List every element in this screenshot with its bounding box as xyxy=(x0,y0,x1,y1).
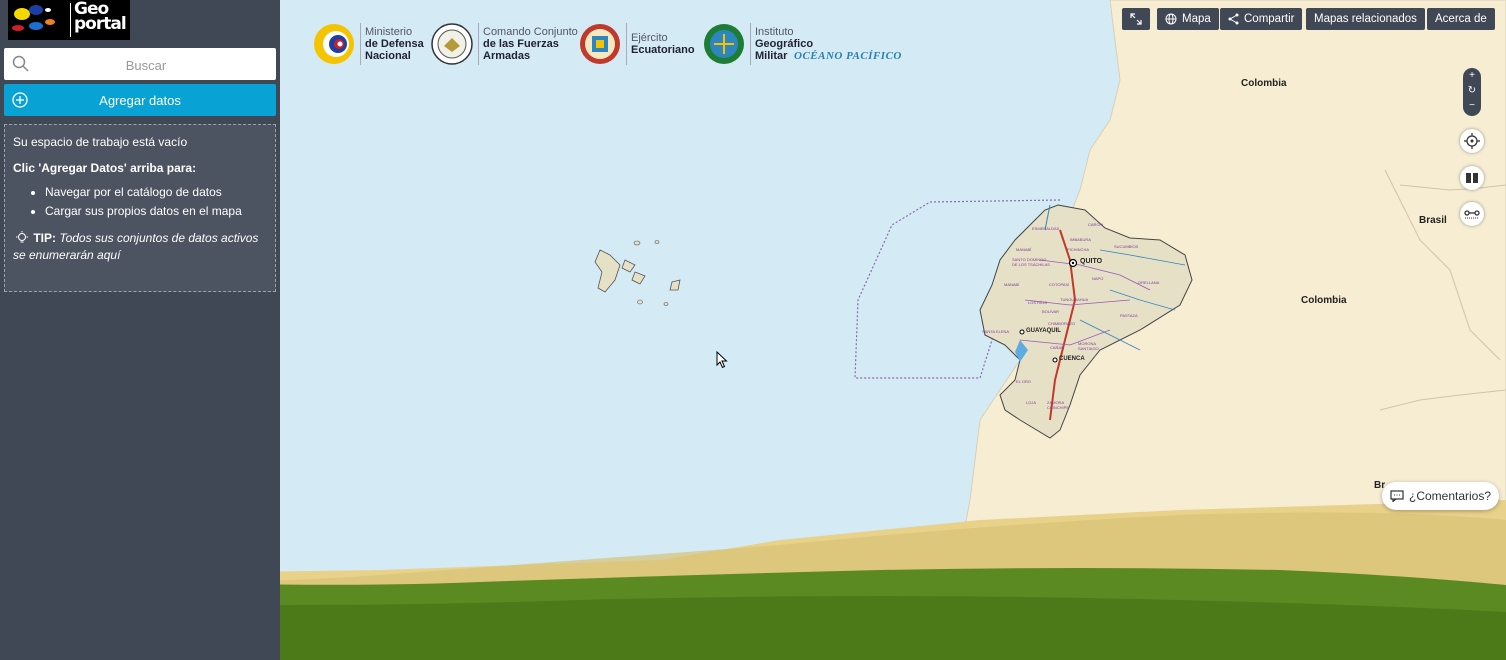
province-label: CARCHI xyxy=(1088,222,1104,227)
share-button-label: Compartir xyxy=(1244,13,1295,25)
measure-icon xyxy=(1464,210,1480,219)
zoom-in-button[interactable]: + xyxy=(1463,68,1481,83)
lightbulb-icon xyxy=(16,231,28,243)
split-icon xyxy=(1466,173,1478,183)
province-label: ORELLANA xyxy=(1138,280,1160,285)
province-label: MANABÍ xyxy=(1004,282,1020,287)
workspace-instruction: Clic 'Agregar Datos' arriba para: xyxy=(13,161,197,175)
logo-comando-conjunto: Comando Conjunto de las Fuerzas Armadas xyxy=(430,22,578,66)
tip-label: TIP: xyxy=(33,231,57,245)
workspace-empty-title: Su espacio de trabajo está vacío xyxy=(13,135,188,149)
geoportal-logo[interactable]: Geo portal xyxy=(8,0,130,40)
workspace-panel: Su espacio de trabajo está vacío Clic 'A… xyxy=(4,124,276,292)
ministerio-text: Ministerio de Defensa Nacional xyxy=(365,26,424,62)
comments-button[interactable]: ¿Comentarios? xyxy=(1382,482,1500,510)
add-data-label: Agregar datos xyxy=(99,92,181,108)
workspace-tip: TIP: Todos sus conjuntos de datos activo… xyxy=(13,230,267,264)
add-circle-icon xyxy=(12,92,28,108)
measure-button[interactable] xyxy=(1460,202,1484,226)
province-label: CAÑAR xyxy=(1050,345,1065,350)
province-label: CHIMBORAZO xyxy=(1048,321,1076,326)
province-label: BOLÍVAR xyxy=(1042,309,1060,314)
share-icon xyxy=(1228,13,1239,25)
chat-icon xyxy=(1390,490,1404,502)
locate-button[interactable] xyxy=(1460,129,1484,153)
fullscreen-button[interactable] xyxy=(1122,8,1150,30)
add-data-button[interactable]: Agregar datos xyxy=(4,84,276,116)
expand-icon xyxy=(1130,13,1142,25)
zoom-out-button[interactable]: − xyxy=(1463,98,1481,113)
comando-text: Comando Conjunto de las Fuerzas Armadas xyxy=(483,26,578,62)
split-view-button[interactable] xyxy=(1460,166,1484,190)
logo-ejercito: Ejército Ecuatoriano xyxy=(578,22,695,66)
logo-ministerio-defensa: Ministerio de Defensa Nacional xyxy=(312,22,424,66)
province-label: MORONA SANTIAGO xyxy=(1078,341,1099,351)
map-button-label: Mapa xyxy=(1182,13,1211,25)
city-label-cuenca: CUENCA xyxy=(1059,356,1085,362)
province-label: SANTO DOMINGO DE LOS TSÁCHILAS xyxy=(1012,257,1050,267)
province-label: IMBABURA xyxy=(1070,237,1091,242)
province-label: PICHINCHA xyxy=(1067,247,1090,252)
list-item: Navegar por el catálogo de datos xyxy=(45,185,267,199)
country-label-colombia: Colombia xyxy=(1241,78,1287,89)
ejercito-emblem-icon xyxy=(580,24,620,64)
about-button[interactable]: Acerca de xyxy=(1427,8,1495,30)
province-label: SUCUMBÍOS xyxy=(1114,244,1139,249)
map-view[interactable]: OCÉANO PACÍFICO Colombia Colombia Brasil… xyxy=(280,0,1506,660)
zoom-control: + ↻ − xyxy=(1463,68,1481,116)
crosshair-icon xyxy=(1464,133,1480,149)
share-button[interactable]: Compartir xyxy=(1220,8,1303,30)
logo-igm: Instituto Geográfico Militar xyxy=(702,22,813,66)
logo-text: Geo portal xyxy=(74,0,127,34)
workspace-list: Navegar por el catálogo de datos Cargar … xyxy=(13,185,267,218)
related-maps-button[interactable]: Mapas relacionados xyxy=(1306,8,1425,30)
ejercito-text: Ejército Ecuatoriano xyxy=(631,32,695,56)
city-label-guayaquil: GUAYAQUIL xyxy=(1026,328,1061,334)
zoom-reset-button[interactable]: ↻ xyxy=(1463,83,1481,98)
city-label-quito: QUITO xyxy=(1080,258,1103,265)
sidebar: Geo portal Agregar datos Su espacio de t… xyxy=(0,0,280,660)
geoportal-logo-icon xyxy=(12,5,55,31)
province-label: TUNGURAHUA xyxy=(1060,297,1089,302)
related-maps-label: Mapas relacionados xyxy=(1314,13,1417,25)
igm-emblem-icon xyxy=(704,24,744,64)
globe-icon xyxy=(1165,13,1177,25)
comments-label: ¿Comentarios? xyxy=(1409,489,1492,503)
province-label: PASTAZA xyxy=(1120,313,1138,318)
province-label: NAPO xyxy=(1092,276,1104,281)
search-input[interactable] xyxy=(44,48,248,82)
province-label: LOS RÍOS xyxy=(1028,300,1047,305)
province-label: MANABÍ xyxy=(1016,247,1032,252)
list-item: Cargar sus propios datos en el mapa xyxy=(45,204,267,218)
comando-emblem-icon xyxy=(431,23,473,65)
province-label: COTOPAXI xyxy=(1049,282,1070,287)
ministerio-emblem-icon xyxy=(314,24,354,64)
search-box xyxy=(4,48,276,82)
map-canvas[interactable] xyxy=(280,0,1506,660)
igm-text: Instituto Geográfico Militar xyxy=(755,26,814,62)
map-button[interactable]: Mapa xyxy=(1157,8,1219,30)
province-label: LOJA xyxy=(1026,400,1037,405)
province-label: ESMERALDAS xyxy=(1032,226,1060,231)
search-icon[interactable] xyxy=(12,55,30,73)
province-label: SANTA ELENA xyxy=(982,329,1010,334)
country-label-colombia: Colombia xyxy=(1301,295,1347,306)
mouse-cursor-icon xyxy=(716,351,728,369)
province-label: ZAMORA CHINCHIPE xyxy=(1047,400,1070,410)
about-label: Acerca de xyxy=(1435,13,1487,25)
province-label: EL ORO xyxy=(1016,379,1031,384)
country-label-brasil: Brasil xyxy=(1419,215,1447,226)
